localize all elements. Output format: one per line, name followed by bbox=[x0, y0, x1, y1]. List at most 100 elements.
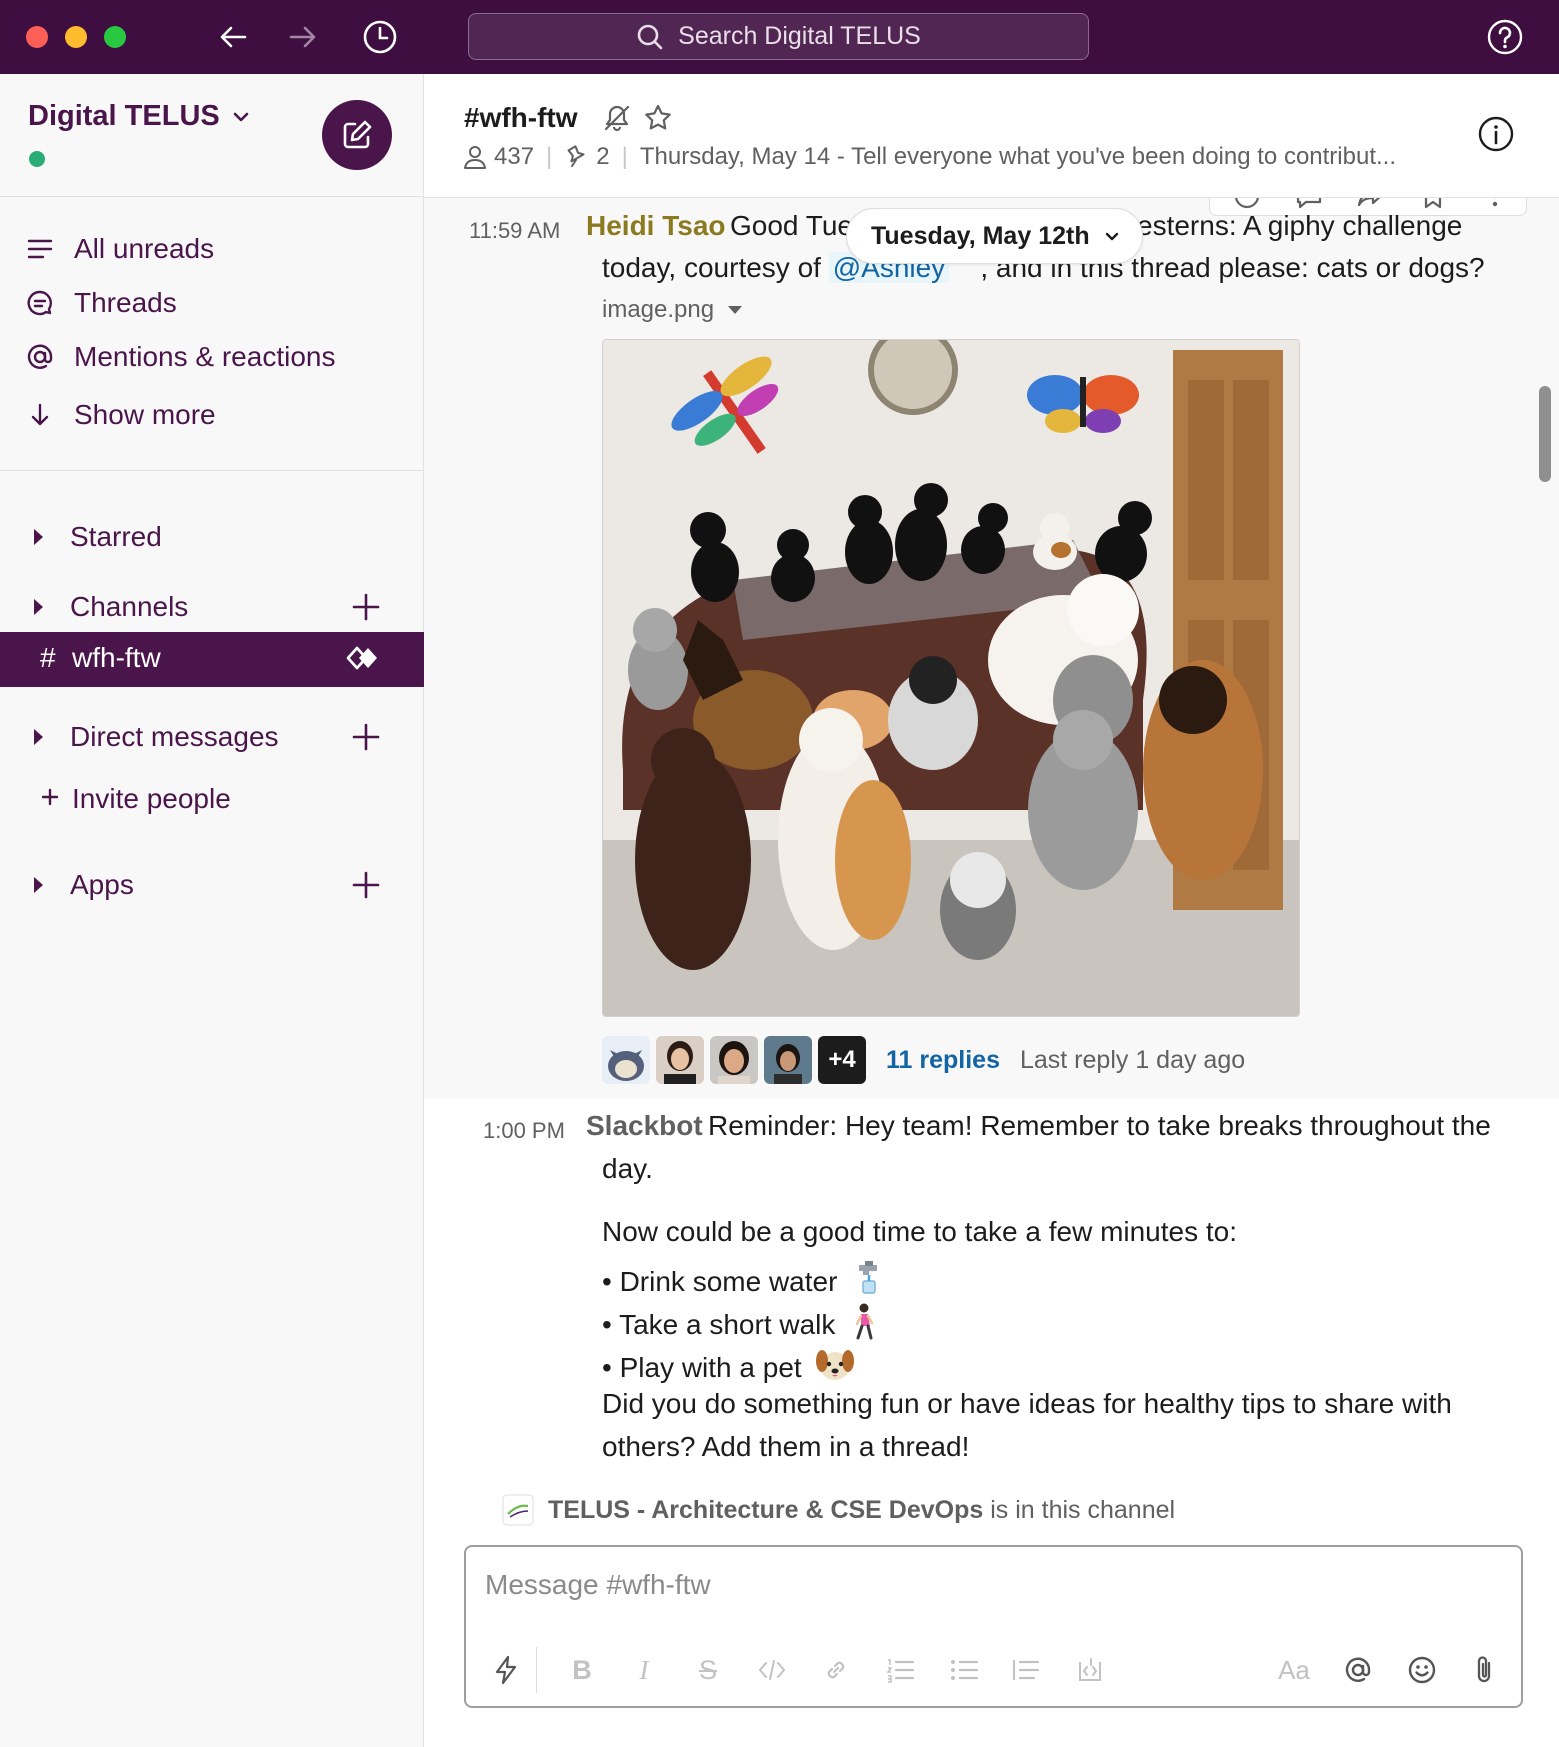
workspace-header: Digital TELUS bbox=[0, 74, 423, 197]
shortcuts-lightning-icon[interactable] bbox=[486, 1650, 526, 1690]
invite-people-button[interactable]: Invite people bbox=[0, 774, 423, 824]
section-apps[interactable]: Apps bbox=[0, 860, 423, 910]
message-text: Reminder: Hey team! Remember to take bre… bbox=[708, 1110, 1491, 1141]
link-icon[interactable] bbox=[816, 1650, 856, 1690]
title-bar: Search Digital TELUS bbox=[0, 0, 1559, 74]
add-app-plus-icon[interactable] bbox=[346, 865, 386, 905]
compose-button[interactable] bbox=[322, 100, 392, 170]
list-icon bbox=[24, 233, 56, 265]
bold-button[interactable]: B bbox=[562, 1650, 602, 1690]
double-diamond-icon bbox=[346, 644, 380, 679]
invite-label: Invite people bbox=[72, 783, 231, 814]
message-text: others? Add them in a thread! bbox=[602, 1431, 970, 1462]
message-text: Now could be a good time to take a few m… bbox=[602, 1216, 1238, 1247]
message-text-part: today, courtesy of bbox=[602, 252, 821, 283]
plus-icon bbox=[40, 782, 60, 817]
code-icon[interactable] bbox=[752, 1650, 792, 1690]
section-direct-messages[interactable]: Direct messages bbox=[0, 712, 423, 762]
more-actions-icon[interactable] bbox=[1480, 198, 1510, 211]
code-block-icon[interactable] bbox=[1070, 1650, 1110, 1690]
message-scrollbar[interactable] bbox=[1539, 386, 1551, 482]
close-window-button[interactable] bbox=[26, 26, 48, 48]
message-author[interactable]: Slackbot bbox=[586, 1110, 703, 1142]
section-label: Channels bbox=[70, 591, 189, 622]
chevron-down-icon bbox=[1105, 232, 1118, 241]
back-arrow-icon[interactable] bbox=[213, 17, 253, 57]
attached-image-cats-and-dogs[interactable] bbox=[602, 339, 1300, 1017]
sidebar-item-label: All unreads bbox=[74, 233, 215, 264]
workspace-name: Digital TELUS bbox=[28, 100, 220, 132]
caret-right-icon bbox=[34, 877, 43, 893]
attachment-paperclip-icon[interactable] bbox=[1464, 1650, 1504, 1690]
message-text: Did you do something fun or have ideas f… bbox=[602, 1388, 1452, 1419]
search-input[interactable]: Search Digital TELUS bbox=[468, 13, 1089, 60]
blockquote-icon[interactable] bbox=[1006, 1650, 1046, 1690]
member-icon[interactable] bbox=[462, 144, 488, 170]
italic-button[interactable]: I bbox=[624, 1650, 664, 1690]
caret-right-icon bbox=[34, 729, 43, 745]
more-repliers-badge: +4 bbox=[818, 1036, 866, 1084]
walking-person-emoji-icon bbox=[855, 1303, 874, 1340]
sidebar-item-threads[interactable]: Threads bbox=[0, 278, 423, 328]
bullet-text: • Play with a pet bbox=[602, 1352, 802, 1383]
section-label: Apps bbox=[70, 869, 134, 900]
date-divider-button[interactable]: Tuesday, May 12th bbox=[846, 208, 1143, 264]
formatting-toggle-button[interactable]: Aa bbox=[1274, 1650, 1314, 1690]
add-dm-plus-icon[interactable] bbox=[346, 717, 386, 757]
caret-down-icon bbox=[728, 306, 743, 314]
history-clock-icon[interactable] bbox=[360, 17, 400, 57]
sidebar-item-label: Threads bbox=[74, 287, 177, 318]
bell-muted-icon[interactable] bbox=[601, 102, 633, 134]
info-icon[interactable] bbox=[1476, 114, 1516, 154]
sidebar-item-mentions[interactable]: Mentions & reactions bbox=[0, 332, 423, 382]
pin-icon[interactable] bbox=[564, 144, 590, 170]
message-heidi[interactable]: 11:59 AM Heidi Tsao Good Tue esterns: A … bbox=[424, 198, 1559, 1098]
pin-count[interactable]: 2 bbox=[596, 143, 609, 171]
channel-member-notice: TELUS - Architecture & CSE DevOps is in … bbox=[502, 1494, 1175, 1526]
replies-link[interactable]: 11 replies bbox=[886, 1046, 1000, 1075]
section-starred[interactable]: Starred bbox=[0, 512, 423, 562]
message-input[interactable]: Message #wfh-ftw bbox=[485, 1569, 711, 1601]
sidebar-item-show-more[interactable]: Show more bbox=[0, 390, 423, 440]
chevron-down-icon bbox=[233, 112, 249, 121]
notice-suffix: is in this channel bbox=[990, 1495, 1176, 1524]
forward-arrow-icon[interactable] bbox=[283, 17, 323, 57]
water-tap-emoji-icon bbox=[859, 1261, 878, 1294]
channel-title[interactable]: #wfh-ftw bbox=[464, 102, 578, 134]
sidebar-divider bbox=[0, 470, 423, 471]
app-name[interactable]: TELUS - Architecture & CSE DevOps bbox=[548, 1496, 983, 1524]
search-icon bbox=[637, 24, 663, 49]
channel-topic[interactable]: Thursday, May 14 - Tell everyone what yo… bbox=[640, 143, 1396, 171]
strikethrough-button[interactable]: S bbox=[688, 1650, 728, 1690]
sidebar-item-label: Mentions & reactions bbox=[74, 341, 336, 372]
add-channel-plus-icon[interactable] bbox=[346, 587, 386, 627]
sidebar-item-all-unreads[interactable]: All unreads bbox=[0, 224, 423, 274]
file-attachment-header[interactable]: image.png bbox=[602, 296, 743, 324]
channel-name: wfh-ftw bbox=[72, 642, 161, 673]
message-timestamp[interactable]: 1:00 PM bbox=[483, 1118, 565, 1144]
replier-avatar bbox=[602, 1036, 650, 1084]
ordered-list-icon[interactable] bbox=[880, 1650, 920, 1690]
replier-avatar bbox=[710, 1036, 758, 1084]
toolbar-divider bbox=[536, 1647, 537, 1693]
compose-icon bbox=[343, 120, 372, 149]
member-count[interactable]: 437 bbox=[494, 143, 534, 171]
dog-face-emoji-icon bbox=[816, 1350, 855, 1380]
help-icon[interactable] bbox=[1485, 17, 1525, 57]
message-author[interactable]: Heidi Tsao bbox=[586, 210, 726, 242]
section-channels[interactable]: Channels bbox=[0, 582, 423, 632]
message-timestamp[interactable]: 11:59 AM bbox=[469, 218, 560, 244]
mention-at-icon[interactable] bbox=[1338, 1650, 1378, 1690]
bulleted-list-icon[interactable] bbox=[944, 1650, 984, 1690]
minimize-window-button[interactable] bbox=[65, 26, 87, 48]
sidebar: Digital TELUS All unreads Threads Mentio… bbox=[0, 74, 424, 1747]
message-list[interactable]: 11:59 AM Heidi Tsao Good Tue esterns: A … bbox=[424, 198, 1559, 1538]
zoom-window-button[interactable] bbox=[104, 26, 126, 48]
message-composer[interactable]: Message #wfh-ftw B I S Aa bbox=[464, 1545, 1523, 1708]
sidebar-item-label: Show more bbox=[74, 399, 216, 430]
emoji-icon[interactable] bbox=[1402, 1650, 1442, 1690]
workspace-menu-button[interactable]: Digital TELUS bbox=[28, 100, 250, 133]
sidebar-item-wfh-ftw[interactable]: # wfh-ftw bbox=[0, 632, 424, 687]
thread-reply-summary[interactable]: +4 11 replies Last reply 1 day ago bbox=[602, 1036, 1245, 1084]
star-icon[interactable] bbox=[642, 102, 674, 134]
